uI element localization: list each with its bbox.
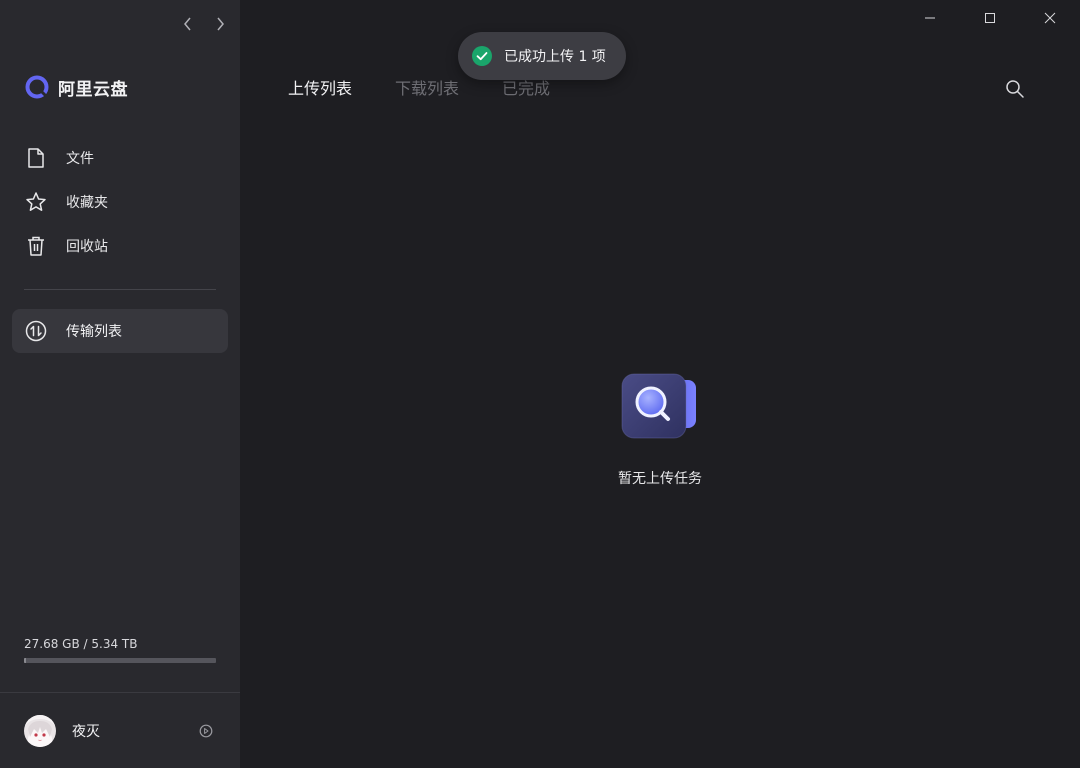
success-check-icon <box>472 46 492 66</box>
star-icon <box>24 190 48 214</box>
sidebar-divider <box>24 289 216 290</box>
sidebar-item-recycle-bin[interactable]: 回收站 <box>12 224 228 268</box>
sidebar: 阿里云盘 文件 收藏夹 回收站 传输列表 27.68 GB / 5.34 TB … <box>0 0 240 768</box>
maximize-button[interactable] <box>960 0 1020 36</box>
aliyun-drive-logo <box>25 75 49 99</box>
close-icon <box>1044 12 1056 24</box>
empty-search-illustration <box>621 373 696 439</box>
search-button[interactable] <box>1004 78 1026 100</box>
success-toast: 已成功上传 1 项 <box>458 32 626 80</box>
user-name: 夜灭 <box>72 724 100 740</box>
main-content: 上传列表 下载列表 已完成 暂无上传任务 <box>240 0 1080 768</box>
storage-bar <box>24 658 216 663</box>
settings-button[interactable] <box>196 721 216 741</box>
sidebar-item-label: 收藏夹 <box>66 195 108 211</box>
chevron-left-icon <box>184 17 191 31</box>
transfer-tabs: 上传列表 下载列表 已完成 <box>288 78 550 100</box>
maximize-icon <box>985 13 995 23</box>
sidebar-bottom-divider <box>0 692 240 693</box>
close-button[interactable] <box>1020 0 1080 36</box>
transfer-icon <box>24 319 48 343</box>
settings-icon <box>199 724 213 738</box>
avatar[interactable] <box>24 715 56 747</box>
history-navigation <box>176 12 232 36</box>
forward-button[interactable] <box>208 12 232 36</box>
minimize-icon <box>925 17 935 19</box>
storage-usage[interactable]: 27.68 GB / 5.34 TB <box>24 636 216 663</box>
trash-icon <box>24 234 48 258</box>
sidebar-menu: 文件 收藏夹 回收站 <box>12 136 228 268</box>
file-icon <box>24 146 48 170</box>
sidebar-item-favorites[interactable]: 收藏夹 <box>12 180 228 224</box>
app-window: 阿里云盘 文件 收藏夹 回收站 传输列表 27.68 GB / 5.34 TB … <box>0 0 1080 768</box>
tab-completed[interactable]: 已完成 <box>502 78 550 100</box>
sidebar-item-label: 文件 <box>66 151 94 167</box>
window-controls <box>900 0 1080 36</box>
storage-text: 27.68 GB / 5.34 TB <box>24 637 138 651</box>
empty-state-text: 暂无上传任务 <box>618 471 702 487</box>
back-button[interactable] <box>176 12 200 36</box>
storage-fill <box>24 658 26 663</box>
empty-state: 暂无上传任务 <box>240 372 1080 488</box>
tab-upload-list[interactable]: 上传列表 <box>288 78 352 100</box>
search-icon <box>1006 80 1024 98</box>
sidebar-item-label: 传输列表 <box>66 324 122 340</box>
toast-message: 已成功上传 1 项 <box>504 49 606 65</box>
sidebar-item-transfer-list[interactable]: 传输列表 <box>12 309 228 353</box>
minimize-button[interactable] <box>900 0 960 36</box>
sidebar-item-label: 回收站 <box>66 239 108 255</box>
user-panel: 夜灭 <box>24 714 216 748</box>
chevron-right-icon <box>217 17 224 31</box>
sidebar-item-files[interactable]: 文件 <box>12 136 228 180</box>
tab-download-list[interactable]: 下载列表 <box>395 78 459 100</box>
brand-name: 阿里云盘 <box>58 79 128 100</box>
brand: 阿里云盘 <box>24 74 128 100</box>
